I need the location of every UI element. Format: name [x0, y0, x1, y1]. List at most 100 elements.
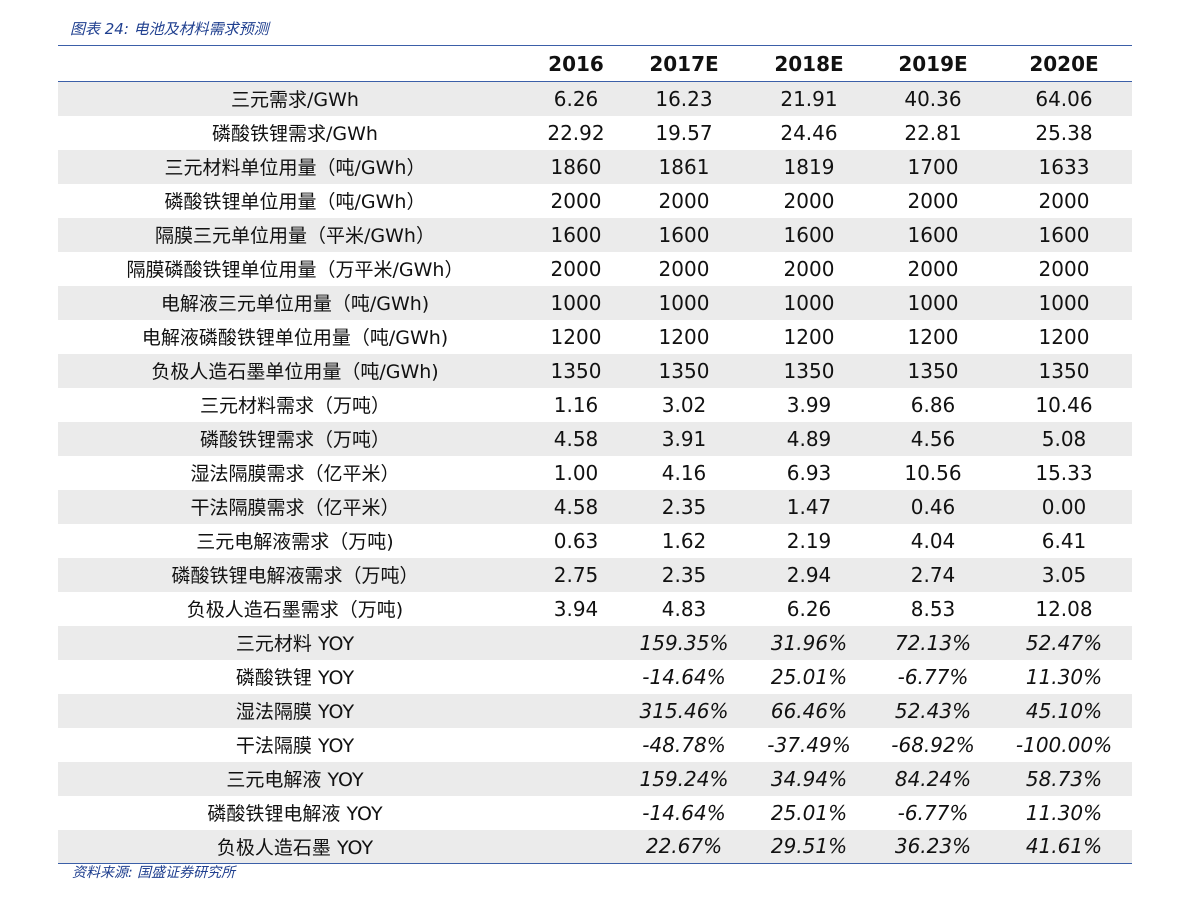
value-cell: 2000: [907, 188, 959, 213]
value-cell: 6.26: [786, 596, 832, 621]
value-cell: 11.30%: [1025, 800, 1103, 825]
value-cell: 1.62: [661, 528, 707, 553]
value-cell: 0.00: [1041, 494, 1087, 519]
row-label: 隔膜磷酸铁锂单位用量（万平米/GWh）: [126, 259, 464, 281]
value-cell: -68.92%: [891, 732, 975, 757]
table-row: 磷酸铁锂 YOY -14.64% 25.01% -6.77% 11.30%: [58, 660, 1132, 694]
value-cell: 10.46: [1035, 392, 1093, 417]
value-cell: 25.01%: [770, 800, 848, 825]
value-cell: 2.75: [553, 562, 599, 587]
value-cell: 25.01%: [770, 664, 848, 689]
value-cell: 10.56: [904, 460, 962, 485]
row-label: 磷酸铁锂需求/GWh: [212, 123, 378, 145]
value-cell: 11.30%: [1025, 664, 1103, 689]
value-cell: [532, 660, 620, 694]
value-cell: 3.05: [1041, 562, 1087, 587]
table-row: 三元材料需求（万吨） 1.16 3.02 3.99 6.86 10.46: [58, 388, 1132, 422]
value-cell: 45.10%: [1025, 698, 1103, 723]
value-cell: 1350: [783, 358, 835, 383]
header-year-cell: 2019E: [870, 45, 996, 82]
value-cell: 4.16: [661, 460, 707, 485]
row-label: 三元电解液 YOY: [226, 769, 364, 791]
value-cell: 2000: [1038, 256, 1090, 281]
value-cell: 1350: [658, 358, 710, 383]
value-cell: 5.08: [1041, 426, 1087, 451]
header-year-cell: 2016: [532, 45, 620, 82]
value-cell: 3.91: [661, 426, 707, 451]
value-cell: 22.92: [547, 120, 605, 145]
value-cell: 8.53: [910, 596, 956, 621]
value-cell: 58.73%: [1025, 766, 1103, 791]
row-label: 三元材料需求（万吨）: [199, 395, 390, 417]
value-cell: 1000: [907, 290, 959, 315]
value-cell: 3.99: [786, 392, 832, 417]
value-cell: 2000: [658, 256, 710, 281]
value-cell: -100.00%: [1015, 732, 1113, 757]
table-row: 隔膜三元单位用量（平米/GWh） 1600 1600 1600 1600 1600: [58, 217, 1132, 252]
value-cell: 4.56: [910, 426, 956, 451]
value-cell: 2000: [1038, 188, 1090, 213]
value-cell: 159.24%: [639, 766, 729, 791]
value-cell: 2.35: [661, 562, 707, 587]
row-label: 干法隔膜需求（亿平米）: [190, 497, 400, 519]
table-row: 负极人造石墨单位用量（吨/GWh) 1350 1350 1350 1350 1350: [58, 353, 1132, 388]
table-row: 负极人造石墨需求（万吨) 3.94 4.83 6.26 8.53 12.08: [58, 592, 1132, 626]
value-cell: 29.51%: [748, 829, 870, 864]
value-cell: -37.49%: [767, 732, 851, 757]
value-cell: -14.64%: [642, 800, 726, 825]
value-cell: 4.89: [786, 426, 832, 451]
value-cell: 2.94: [786, 562, 832, 587]
value-cell: 6.86: [910, 392, 956, 417]
value-cell: 84.24%: [894, 766, 972, 791]
header-label-cell: [58, 45, 532, 82]
value-cell: 1000: [658, 290, 710, 315]
value-cell: 0.63: [553, 528, 599, 553]
value-cell: 1000: [550, 290, 602, 315]
value-cell: 12.08: [1035, 596, 1093, 621]
value-cell: [532, 796, 620, 830]
value-cell: 1.16: [553, 392, 599, 417]
value-cell: 1700: [907, 154, 959, 179]
value-cell: -14.64%: [642, 664, 726, 689]
value-cell: 19.57: [655, 120, 713, 145]
value-cell: 1860: [550, 154, 602, 179]
row-label: 磷酸铁锂电解液 YOY: [207, 803, 383, 825]
value-cell: 36.23%: [870, 829, 996, 864]
table-row: 负极人造石墨 YOY 22.67% 29.51% 36.23% 41.61%: [58, 829, 1132, 864]
value-cell: 2000: [658, 188, 710, 213]
row-label: 三元材料 YOY: [235, 633, 355, 655]
table-row: 湿法隔膜 YOY 315.46% 66.46% 52.43% 45.10%: [58, 693, 1132, 728]
value-cell: 64.06: [1035, 86, 1093, 111]
value-cell: 21.91: [780, 86, 838, 111]
value-cell: 31.96%: [770, 630, 848, 655]
value-cell: 16.23: [655, 86, 713, 111]
value-cell: 1819: [783, 154, 835, 179]
value-cell: 159.35%: [639, 630, 729, 655]
table-row: 三元材料 YOY 159.35% 31.96% 72.13% 52.47%: [58, 625, 1132, 660]
row-label: 负极人造石墨单位用量（吨/GWh): [151, 361, 439, 383]
row-label: 磷酸铁锂电解液需求（万吨）: [171, 565, 419, 587]
table-row: 电解液三元单位用量（吨/GWh) 1000 1000 1000 1000 1000: [58, 285, 1132, 320]
value-cell: 24.46: [780, 120, 838, 145]
value-cell: 1350: [1038, 358, 1090, 383]
value-cell: 3.94: [553, 596, 599, 621]
value-cell: 1.00: [553, 460, 599, 485]
row-label: 湿法隔膜 YOY: [235, 701, 355, 723]
table-row: 电解液磷酸铁锂单位用量（吨/GWh) 1200 1200 1200 1200 1200: [58, 320, 1132, 354]
value-cell: 1000: [1038, 290, 1090, 315]
value-cell: 52.47%: [1025, 630, 1103, 655]
value-cell: 4.83: [661, 596, 707, 621]
row-label: 磷酸铁锂需求（万吨）: [199, 429, 390, 451]
value-cell: 2000: [783, 256, 835, 281]
value-cell: 1200: [783, 324, 835, 349]
value-cell: 1633: [1038, 154, 1090, 179]
value-cell: 1000: [783, 290, 835, 315]
row-label: 负极人造石墨需求（万吨): [186, 599, 404, 621]
value-cell: 1861: [658, 154, 710, 179]
value-cell: 315.46%: [639, 698, 729, 723]
value-cell: 34.94%: [770, 766, 848, 791]
row-label: 三元需求/GWh: [231, 89, 359, 112]
figure-caption: 图表 24: 电池及材料需求预测: [70, 20, 269, 38]
row-label: 三元电解液需求（万吨): [196, 531, 394, 553]
value-cell: 1600: [907, 222, 959, 247]
